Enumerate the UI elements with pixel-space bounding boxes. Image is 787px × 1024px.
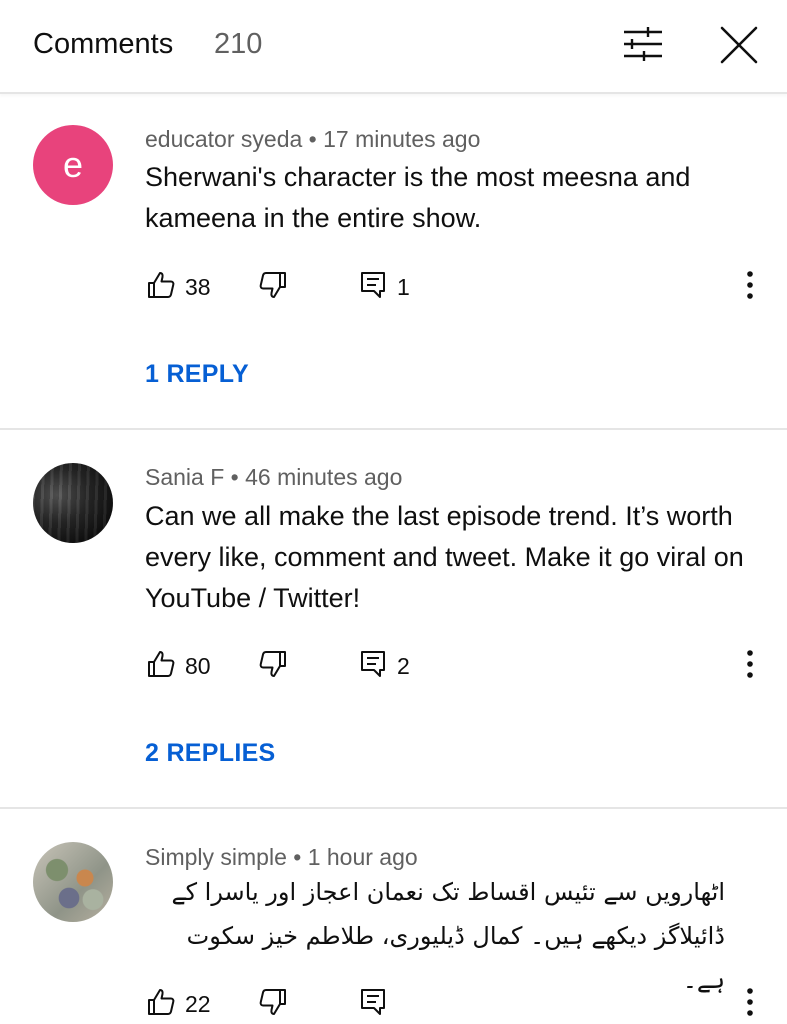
comment-count: 210 — [214, 28, 263, 60]
like-count: 80 — [185, 653, 211, 679]
comment-text: Can we all make the last episode trend. … — [145, 501, 744, 613]
thumbs-down-icon[interactable] — [258, 649, 288, 679]
comments-header: Comments 210 — [0, 0, 787, 94]
thumbs-down-icon[interactable] — [258, 270, 288, 300]
thumbs-up-icon[interactable] — [146, 270, 176, 300]
comment-meta: Sania F • 46 minutes ago — [145, 464, 403, 490]
sliders-icon[interactable] — [622, 26, 664, 62]
more-vert-icon[interactable] — [740, 987, 760, 1017]
like-count: 22 — [185, 991, 211, 1017]
divider — [0, 428, 787, 430]
avatar[interactable] — [33, 842, 113, 922]
reply-count: 1 — [397, 274, 410, 300]
avatar[interactable]: e — [33, 125, 113, 205]
divider — [0, 807, 787, 809]
comment-text: Sherwani's character is the most meesna … — [145, 162, 691, 233]
comment-icon[interactable] — [358, 987, 388, 1017]
comment-meta: educator syeda • 17 minutes ago — [145, 126, 481, 152]
comment-icon[interactable] — [358, 649, 388, 679]
view-replies-button[interactable]: 2 REPLIES — [145, 739, 276, 768]
thumbs-down-icon[interactable] — [258, 987, 288, 1017]
thumbs-up-icon[interactable] — [146, 987, 176, 1017]
reply-count: 2 — [397, 653, 410, 679]
comment-meta: Simply simple • 1 hour ago — [145, 844, 418, 870]
like-count: 38 — [185, 274, 211, 300]
comment-actions: 38 1 — [0, 266, 787, 306]
comment-icon[interactable] — [358, 270, 388, 300]
header-title: Comments — [33, 28, 174, 60]
avatar-letter: e — [62, 144, 84, 185]
more-vert-icon[interactable] — [740, 649, 760, 679]
comment-actions: 80 2 — [0, 645, 787, 685]
view-replies-button[interactable]: 1 REPLY — [145, 360, 249, 389]
close-icon[interactable] — [718, 24, 760, 66]
more-vert-icon[interactable] — [740, 270, 760, 300]
avatar[interactable] — [33, 463, 113, 543]
thumbs-up-icon[interactable] — [146, 649, 176, 679]
comment-actions: 22 — [0, 983, 787, 1023]
